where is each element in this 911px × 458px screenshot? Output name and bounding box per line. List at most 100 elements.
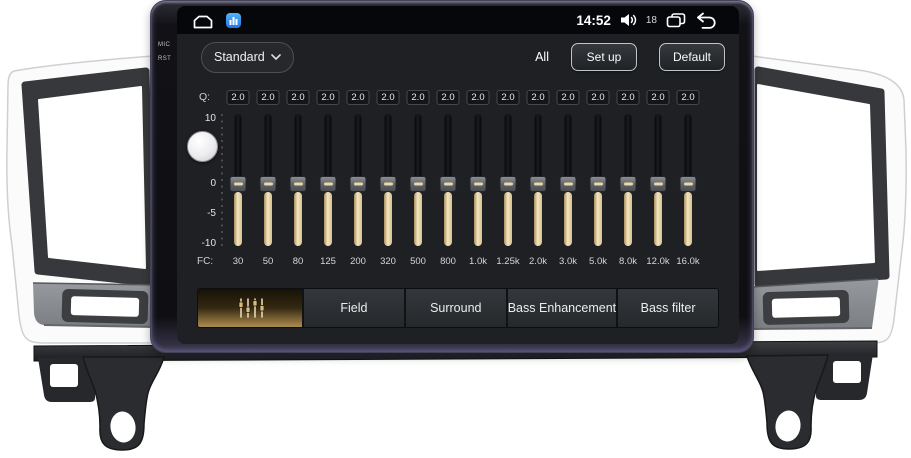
eq-band: 2.0 80 (283, 90, 313, 272)
slider-handle[interactable] (560, 176, 577, 192)
default-button[interactable]: Default (659, 43, 725, 71)
q-value[interactable]: 2.0 (257, 90, 280, 105)
car-dash-scene: MIC RST (0, 0, 911, 458)
floating-knob-button[interactable] (187, 131, 218, 162)
band-slider[interactable] (499, 114, 517, 246)
q-value[interactable]: 2.0 (377, 90, 400, 105)
slider-track-upper (505, 114, 512, 180)
q-value[interactable]: 2.0 (407, 90, 430, 105)
band-slider[interactable] (439, 114, 457, 246)
q-value[interactable]: 2.0 (647, 90, 670, 105)
q-value[interactable]: 2.0 (677, 90, 700, 105)
band-slider[interactable] (379, 114, 397, 246)
slider-handle[interactable] (470, 176, 487, 192)
slider-track-lower (474, 192, 482, 246)
slider-handle[interactable] (440, 176, 457, 192)
tab-equalizer-active[interactable] (198, 289, 302, 327)
eq-band: 2.0 200 (343, 90, 373, 272)
band-slider[interactable] (229, 114, 247, 246)
eq-sliders-icon (237, 297, 264, 319)
slider-handle[interactable] (230, 176, 247, 192)
preset-label: Standard (214, 50, 265, 64)
slider-track-upper (565, 114, 572, 180)
slider-handle[interactable] (680, 176, 697, 192)
slider-track-upper (625, 114, 632, 180)
band-slider[interactable] (289, 114, 307, 246)
mounting-bracket-right (747, 355, 828, 449)
q-value[interactable]: 2.0 (287, 90, 310, 105)
slider-handle[interactable] (530, 176, 547, 192)
home-icon[interactable] (191, 12, 215, 29)
eq-band: 2.0 320 (373, 90, 403, 272)
tab-field[interactable]: Field (302, 289, 404, 327)
equalizer-panel: Q: 10 5 0 -5 -10 FC: 2.0 (197, 90, 703, 272)
band-slider[interactable] (469, 114, 487, 246)
slider-track-upper (355, 114, 362, 180)
band-slider[interactable] (619, 114, 637, 246)
scale-tick: 10 (196, 113, 216, 124)
eq-band: 2.0 16.0k (673, 90, 703, 272)
mounting-bracket-left (83, 357, 164, 450)
slider-handle[interactable] (620, 176, 637, 192)
tab-bass-enhancement[interactable]: Bass Enhancement (506, 289, 616, 327)
band-slider[interactable] (679, 114, 697, 246)
tab-bar: Field Surround Bass Enhancement Bass fil… (197, 288, 719, 328)
recent-apps-icon[interactable] (666, 12, 686, 28)
q-value[interactable]: 2.0 (467, 90, 490, 105)
tab-surround[interactable]: Surround (404, 289, 506, 327)
slider-handle[interactable] (590, 176, 607, 192)
band-slider[interactable] (409, 114, 427, 246)
head-unit: MIC RST (150, 0, 754, 353)
eq-band: 2.0 2.0k (523, 90, 553, 272)
chevron-down-icon (271, 54, 281, 60)
slider-handle[interactable] (500, 176, 517, 192)
back-icon[interactable] (695, 12, 717, 29)
band-slider[interactable] (349, 114, 367, 246)
slider-track-upper (475, 114, 482, 180)
band-slider[interactable] (259, 114, 277, 246)
q-value[interactable]: 2.0 (617, 90, 640, 105)
slider-track-upper (595, 114, 602, 180)
status-bar: 14:52 18 (177, 6, 739, 34)
slider-track-upper (655, 114, 662, 180)
slider-track-lower (234, 192, 242, 246)
q-value[interactable]: 2.0 (527, 90, 550, 105)
eq-band: 2.0 12.0k (643, 90, 673, 272)
q-value[interactable]: 2.0 (437, 90, 460, 105)
scale-tick: -10 (196, 238, 216, 249)
q-value[interactable]: 2.0 (227, 90, 250, 105)
slider-handle[interactable] (320, 176, 337, 192)
preset-dropdown[interactable]: Standard (201, 42, 294, 73)
q-value[interactable]: 2.0 (557, 90, 580, 105)
eq-band: 2.0 800 (433, 90, 463, 272)
set-up-button[interactable]: Set up (571, 43, 637, 71)
slider-handle[interactable] (350, 176, 367, 192)
slider-track-upper (295, 114, 302, 180)
slider-handle[interactable] (380, 176, 397, 192)
eq-band: 2.0 3.0k (553, 90, 583, 272)
slider-track-upper (415, 114, 422, 180)
tab-bass-filter[interactable]: Bass filter (616, 289, 718, 327)
slider-handle[interactable] (650, 176, 667, 192)
band-slider[interactable] (589, 114, 607, 246)
band-slider[interactable] (319, 114, 337, 246)
q-value[interactable]: 2.0 (347, 90, 370, 105)
band-slider[interactable] (529, 114, 547, 246)
band-slider[interactable] (559, 114, 577, 246)
fc-row-label: FC: (197, 256, 213, 267)
volume-level: 18 (646, 15, 657, 26)
q-value[interactable]: 2.0 (497, 90, 520, 105)
q-value[interactable]: 2.0 (317, 90, 340, 105)
slider-handle[interactable] (260, 176, 277, 192)
screen: 14:52 18 (177, 6, 739, 344)
slider-handle[interactable] (290, 176, 307, 192)
slider-track-lower (264, 192, 272, 246)
eq-band: 2.0 8.0k (613, 90, 643, 272)
music-app-icon[interactable] (226, 13, 241, 28)
q-value[interactable]: 2.0 (587, 90, 610, 105)
bands-container: 2.0 30 2.0 (223, 90, 703, 272)
all-button[interactable]: All (535, 50, 549, 64)
band-slider[interactable] (649, 114, 667, 246)
slider-handle[interactable] (410, 176, 427, 192)
slider-track-lower (684, 192, 692, 246)
